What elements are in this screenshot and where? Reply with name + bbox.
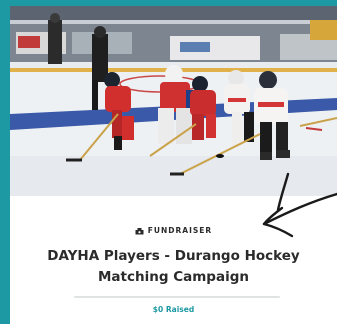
campaign-title-line-2[interactable]: Matching Campaign — [10, 267, 337, 288]
raised-amount: $0 — [152, 305, 164, 314]
raised-label: Raised — [165, 305, 195, 314]
category-label: FUNDRAISER — [147, 226, 213, 235]
campaign-title[interactable]: DAYHA Players - Durango Hockey Matching … — [10, 246, 337, 288]
campaign-title-line-1[interactable]: DAYHA Players - Durango Hockey — [10, 246, 337, 267]
progress-bar — [74, 296, 280, 298]
fundraiser-icon — [135, 227, 144, 234]
annotation-arrow-icon — [262, 172, 337, 238]
raised-summary: $0 Raised — [10, 305, 337, 314]
